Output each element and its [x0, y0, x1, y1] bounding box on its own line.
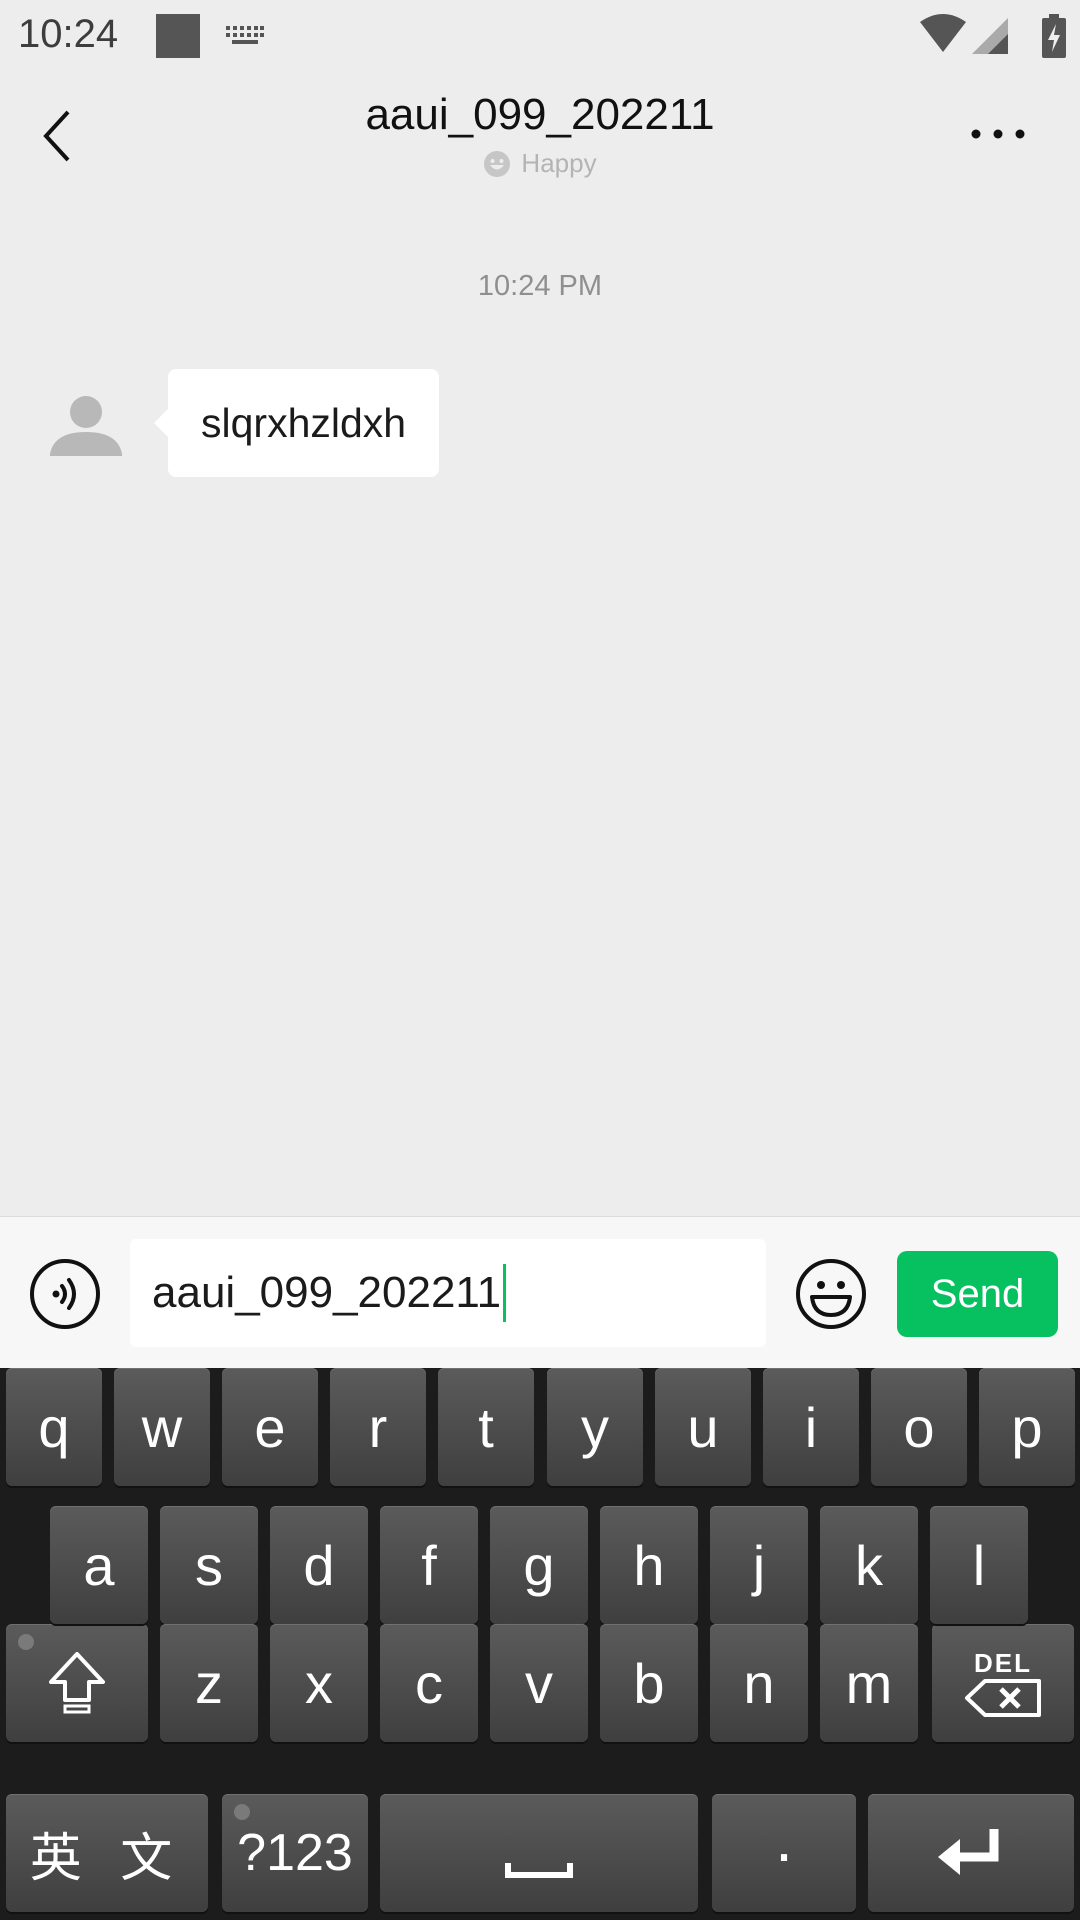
- key-s[interactable]: s: [160, 1506, 258, 1624]
- enter-icon: [938, 1829, 999, 1875]
- key-n[interactable]: n: [710, 1624, 808, 1742]
- space-key[interactable]: [380, 1794, 698, 1912]
- key-label: m: [845, 1651, 893, 1715]
- key-label: p: [1011, 1395, 1043, 1459]
- key-label: b: [633, 1651, 665, 1715]
- wifi-icon: [920, 14, 966, 52]
- keyboard-icon: [226, 26, 264, 44]
- key-label: d: [303, 1533, 335, 1597]
- key-hint-dot: [18, 1634, 34, 1650]
- contact-status: Happy: [0, 148, 1080, 185]
- key-label: g: [523, 1533, 555, 1597]
- key-label: x: [305, 1651, 333, 1715]
- key-hint-dot: [234, 1804, 250, 1820]
- status-text: Happy: [521, 148, 597, 178]
- key-label: u: [687, 1395, 719, 1459]
- key-k[interactable]: k: [820, 1506, 918, 1624]
- key-z[interactable]: z: [160, 1624, 258, 1742]
- key-label: h: [633, 1533, 665, 1597]
- key-label: t: [478, 1395, 494, 1459]
- key-g[interactable]: g: [490, 1506, 588, 1624]
- shift-key[interactable]: [6, 1624, 148, 1742]
- key-c[interactable]: c: [380, 1624, 478, 1742]
- shift-icon: [49, 1652, 105, 1714]
- key-label: a: [83, 1533, 115, 1597]
- input-bar: aaui_099_202211 Send: [0, 1216, 1080, 1369]
- smiley-status-icon: [484, 150, 511, 177]
- message-input[interactable]: aaui_099_202211: [130, 1239, 766, 1347]
- soft-keyboard: DEL 英 文 ?123 · q w e r t y u i o p a s d f g h j k l z x c v b n…: [0, 1368, 1080, 1920]
- key-label: j: [752, 1533, 766, 1597]
- key-a[interactable]: a: [50, 1506, 148, 1624]
- key-j[interactable]: j: [710, 1506, 808, 1624]
- more-options-icon[interactable]: [968, 124, 1028, 144]
- key-label: k: [855, 1533, 883, 1597]
- key-p[interactable]: p: [979, 1368, 1075, 1486]
- status-time: 10:24: [18, 12, 119, 56]
- symbols-key[interactable]: ?123: [222, 1794, 368, 1912]
- key-u[interactable]: u: [655, 1368, 751, 1486]
- key-e[interactable]: e: [222, 1368, 318, 1486]
- default-avatar-icon[interactable]: [46, 388, 126, 468]
- emoji-icon[interactable]: [794, 1257, 868, 1331]
- key-label: s: [195, 1533, 223, 1597]
- period-label: ·: [773, 1817, 795, 1889]
- key-label: w: [141, 1395, 183, 1459]
- key-m[interactable]: m: [820, 1624, 918, 1742]
- key-label: r: [368, 1395, 388, 1459]
- key-w[interactable]: w: [114, 1368, 210, 1486]
- backspace-icon: [965, 1679, 1041, 1717]
- key-b[interactable]: b: [600, 1624, 698, 1742]
- language-label: 英 文: [29, 1829, 185, 1888]
- delete-label: DEL: [974, 1648, 1032, 1678]
- key-label: n: [743, 1651, 775, 1715]
- enter-key[interactable]: [868, 1794, 1074, 1912]
- key-label: v: [525, 1651, 553, 1715]
- key-label: c: [415, 1651, 443, 1715]
- key-d[interactable]: d: [270, 1506, 368, 1624]
- key-o[interactable]: o: [871, 1368, 967, 1486]
- signal-icon: [972, 18, 1008, 54]
- voice-input-icon[interactable]: [28, 1257, 102, 1331]
- key-label: i: [804, 1395, 818, 1459]
- key-label: l: [972, 1533, 986, 1597]
- key-label: y: [581, 1395, 609, 1459]
- message-timestamp: 10:24 PM: [477, 270, 603, 302]
- space-icon: [505, 1863, 573, 1878]
- key-label: q: [38, 1395, 70, 1459]
- message-input-value: aaui_099_202211: [152, 1268, 502, 1317]
- key-x[interactable]: x: [270, 1624, 368, 1742]
- period-key[interactable]: ·: [712, 1794, 856, 1912]
- key-l[interactable]: l: [930, 1506, 1028, 1624]
- key-label: e: [254, 1395, 286, 1459]
- key-v[interactable]: v: [490, 1624, 588, 1742]
- key-label: z: [195, 1651, 223, 1715]
- delete-key[interactable]: DEL: [932, 1624, 1074, 1742]
- notification-square-icon: [156, 14, 200, 58]
- key-t[interactable]: t: [438, 1368, 534, 1486]
- key-label: o: [903, 1395, 935, 1459]
- battery-charging-icon: [1042, 14, 1066, 58]
- send-button[interactable]: Send: [897, 1251, 1058, 1337]
- key-label: f: [421, 1533, 437, 1597]
- status-bar: 10:24: [0, 0, 1080, 75]
- key-r[interactable]: r: [330, 1368, 426, 1486]
- language-key[interactable]: 英 文: [6, 1794, 208, 1912]
- key-i[interactable]: i: [763, 1368, 859, 1486]
- key-h[interactable]: h: [600, 1506, 698, 1624]
- message-bubble[interactable]: slqrxhzldxh: [153, 369, 440, 477]
- text-caret: [503, 1264, 507, 1322]
- key-q[interactable]: q: [6, 1368, 102, 1486]
- chat-title: aaui_099_202211: [365, 90, 715, 139]
- symbols-label: ?123: [237, 1824, 353, 1882]
- key-f[interactable]: f: [380, 1506, 478, 1624]
- key-y[interactable]: y: [547, 1368, 643, 1486]
